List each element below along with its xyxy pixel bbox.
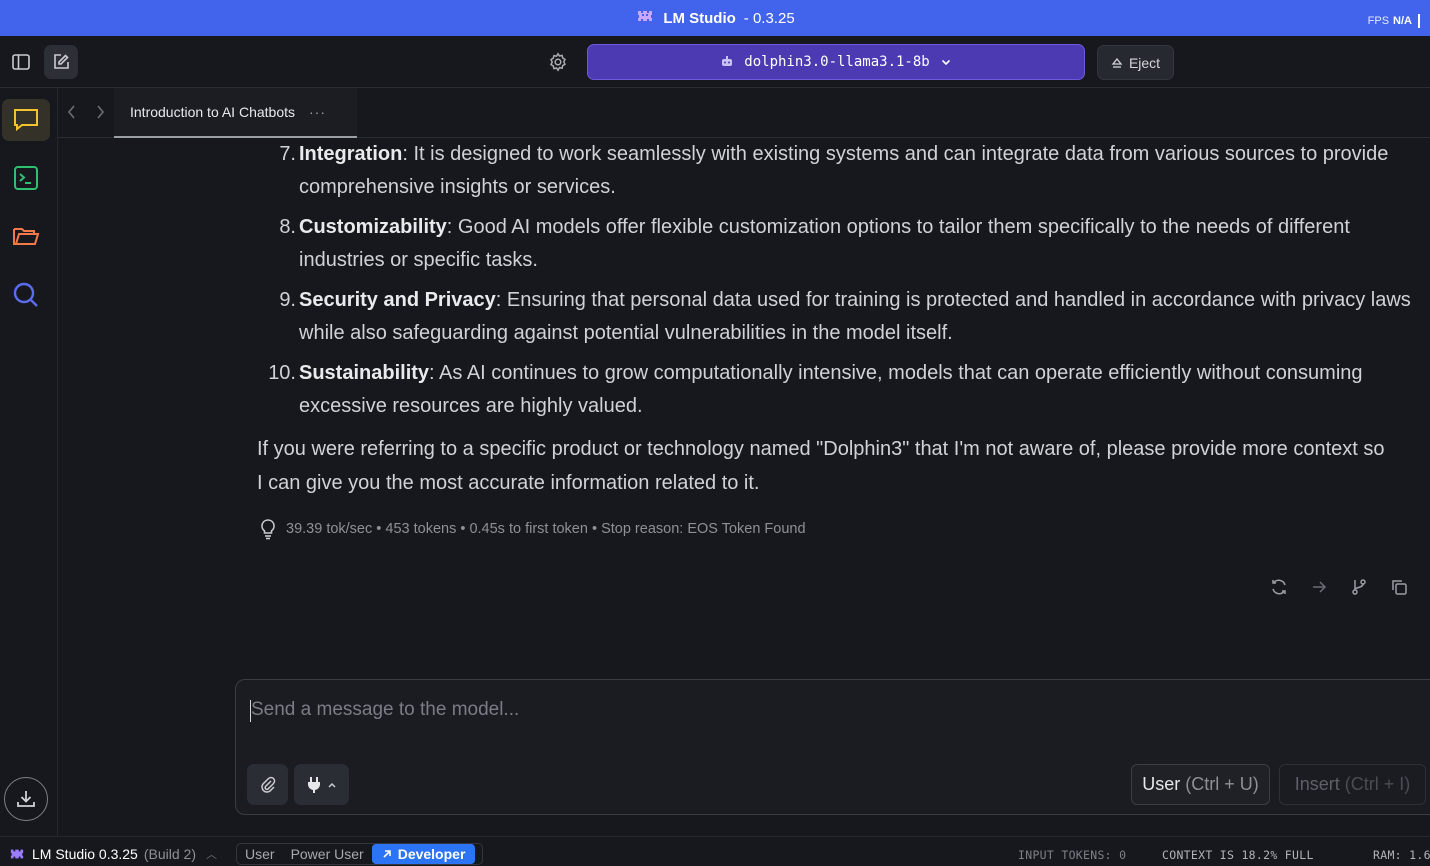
list-item-title: Integration <box>299 143 403 165</box>
mode-power-user[interactable]: Power User <box>283 844 372 864</box>
nav-discover[interactable] <box>2 274 50 316</box>
status-build: (Build 2) <box>143 846 196 862</box>
app-version-menu[interactable]: LM Studio 0.3.25 (Build 2) ︿ <box>8 846 217 862</box>
title-bar: LM Studio - 0.3.25 FPS N/A <box>0 0 1430 36</box>
insert-button[interactable]: Insert (Ctrl + I) <box>1279 764 1426 805</box>
nav-chat[interactable] <box>2 99 50 141</box>
search-icon <box>13 282 38 307</box>
insert-shortcut: (Ctrl + I) <box>1344 774 1411 794</box>
tab-label: Introduction to AI Chatbots <box>130 104 295 120</box>
list-item: 7. Integration: It is designed to work s… <box>279 143 1389 198</box>
user-role-button[interactable]: User (Ctrl + U) <box>1131 764 1270 805</box>
tab-more-button[interactable]: ··· <box>309 104 326 120</box>
app-version: - 0.3.25 <box>743 9 795 27</box>
context-usage: CONTEXT IS 18.2% FULL <box>1162 848 1314 862</box>
eject-label: Eject <box>1128 54 1161 71</box>
chevron-left-icon <box>67 105 75 119</box>
window-title: LM Studio - 0.3.25 <box>635 8 795 28</box>
top-toolbar: dolphin3.0-llama3.1-8b Eject <box>0 36 1430 88</box>
status-app-label: LM Studio 0.3.25 <box>32 846 138 862</box>
mode-user[interactable]: User <box>237 844 283 864</box>
list-item-title: Security and Privacy <box>299 289 496 311</box>
branch-button[interactable] <box>1348 576 1370 598</box>
list-item: 8. Customizability: Good AI models offer… <box>279 216 1350 271</box>
sidebar-icon <box>12 54 30 70</box>
nav-developer[interactable] <box>2 157 50 199</box>
gear-icon <box>550 52 566 72</box>
toggle-sidebar-button[interactable] <box>4 45 38 79</box>
list-item-title: Customizability <box>299 216 447 238</box>
arrow-up-right-icon <box>383 850 391 858</box>
status-bar: LM Studio 0.3.25 (Build 2) ︿ User Power … <box>0 836 1430 866</box>
list-item: 10. Sustainability: As AI continues to g… <box>268 362 1363 417</box>
chevron-up-icon: ︿ <box>206 849 217 861</box>
refresh-icon <box>1272 579 1286 595</box>
role-label: User <box>1142 774 1181 794</box>
list-item-title: Sustainability <box>299 362 430 384</box>
plug-icon <box>307 776 320 793</box>
insert-label: Insert <box>1294 774 1340 794</box>
git-branch-icon <box>1352 579 1366 595</box>
model-name: dolphin3.0-llama3.1-8b <box>744 54 930 70</box>
fps-value: N/A <box>1393 14 1412 27</box>
nav-my-models[interactable] <box>2 215 50 257</box>
model-selector[interactable]: dolphin3.0-llama3.1-8b <box>587 44 1085 80</box>
lmstudio-logo-icon <box>10 849 24 859</box>
tab-back-arrow[interactable] <box>66 104 78 125</box>
message-composer[interactable]: Send a message to the model... User (Ctrl… <box>235 679 1430 815</box>
chat-tab-bar: Introduction to AI Chatbots ··· <box>58 88 1430 138</box>
tab-introduction-to-ai-chatbots[interactable]: Introduction to AI Chatbots ··· <box>114 88 357 138</box>
generation-stats: 39.39 tok/sec • 453 tokens • 0.45s to fi… <box>258 518 806 540</box>
download-icon <box>17 791 35 807</box>
folder-icon <box>13 228 40 245</box>
edit-icon <box>54 54 69 69</box>
paperclip-icon <box>260 776 275 793</box>
list-item: 9. Security and Privacy: Ensuring that p… <box>279 289 1411 344</box>
chat-messages: 7. Integration: It is designed to work s… <box>58 138 1430 668</box>
input-tokens: INPUT TOKENS: 0 <box>1018 848 1127 862</box>
regenerate-button[interactable] <box>1268 576 1290 598</box>
lmstudio-logo-icon <box>635 8 655 28</box>
chevron-right-icon <box>97 105 105 119</box>
eject-button[interactable]: Eject <box>1097 45 1174 80</box>
role-shortcut: (Ctrl + U) <box>1185 774 1259 794</box>
stats-text: 39.39 tok/sec • 453 tokens • 0.45s to fi… <box>286 521 806 537</box>
terminal-icon <box>14 166 38 190</box>
downloads-button[interactable] <box>4 777 48 821</box>
left-nav <box>0 88 58 836</box>
robot-icon <box>722 56 733 66</box>
fps-indicator: FPS N/A <box>1368 14 1420 28</box>
copy-icon <box>1392 580 1407 595</box>
new-chat-button[interactable] <box>44 45 78 79</box>
eject-icon <box>1111 57 1123 68</box>
fps-label: FPS <box>1367 14 1390 27</box>
attach-file-button[interactable] <box>247 764 288 805</box>
ram-usage: RAM: 1.6 <box>1373 848 1430 862</box>
message-input[interactable]: Send a message to the model... <box>251 699 519 721</box>
lightbulb-icon <box>261 519 275 540</box>
copy-button[interactable] <box>1388 576 1410 598</box>
numbered-list: 7. Integration: It is designed to work s… <box>258 138 1430 430</box>
closing-paragraph: If you were referring to a specific prod… <box>257 438 1385 494</box>
app-name: LM Studio <box>663 9 736 27</box>
chevron-up-icon <box>327 782 336 788</box>
plugins-button[interactable] <box>294 764 349 805</box>
settings-button[interactable] <box>541 45 575 79</box>
continue-button[interactable] <box>1308 576 1330 598</box>
tab-forward-arrow[interactable] <box>94 104 106 125</box>
mode-developer[interactable]: Developer <box>371 844 476 864</box>
chevron-down-icon <box>941 59 950 66</box>
message-actions <box>1268 576 1430 598</box>
mode-switcher: User Power User Developer <box>236 843 483 865</box>
arrow-right-icon <box>1313 581 1327 593</box>
chat-bubble-icon <box>14 109 38 132</box>
